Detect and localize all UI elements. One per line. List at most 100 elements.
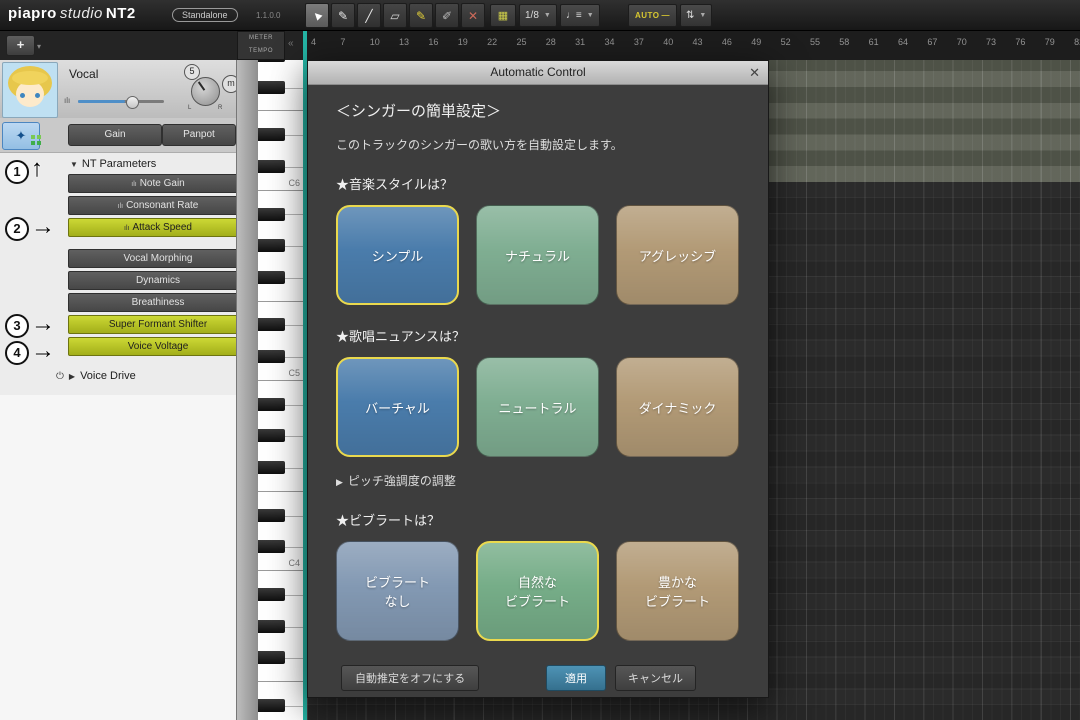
dialog-titlebar[interactable]: Automatic Control ✕ [308,61,768,85]
piano-key-cs4[interactable] [258,539,303,555]
piano-key-e6[interactable] [258,111,303,127]
ruler-measure-number: 7 [340,37,345,47]
auto-mode-dropdown[interactable]: ⇅ ▼ [680,4,712,27]
piano-key-c5[interactable]: C5 [258,365,303,381]
param-attack-speed[interactable]: ılıAttack Speed [68,218,248,237]
cancel-button[interactable]: キャンセル [615,665,696,691]
piano-key-c4[interactable]: C4 [258,555,303,571]
piano-key-f5[interactable] [258,286,303,302]
delete-tool[interactable]: ✕ [461,3,485,28]
auto-off-button[interactable]: 自動推定をオフにする [341,665,479,691]
meter-tempo-box[interactable]: METER TEMPO [237,31,285,60]
piano-key-g3[interactable] [258,634,303,650]
piano-key-ds5[interactable] [258,317,303,333]
piano-key-e5[interactable] [258,302,303,318]
add-track-button[interactable]: + [6,35,35,56]
piano-key-as3[interactable] [258,587,303,603]
pencil-tool[interactable]: ✎ [331,3,355,28]
bars-icon: ılı [131,181,136,188]
piano-key-f6[interactable] [258,96,303,112]
piano-key-b3[interactable] [258,571,303,587]
option-button-2-0[interactable]: ビブラート なし [336,541,459,641]
glue-tool[interactable]: ✎ [409,3,433,28]
eraser-tool[interactable]: ▱ [383,3,407,28]
param-breathiness[interactable]: Breathiness [68,293,248,312]
note-length-dropdown[interactable]: ♩≡ ▼ [560,4,600,27]
option-button-0-1[interactable]: ナチュラル [476,205,599,305]
option-button-2-2[interactable]: 豊かな ビブラート [616,541,739,641]
close-icon[interactable]: ✕ [749,61,760,84]
piano-key-e4[interactable] [258,492,303,508]
option-button-2-1[interactable]: 自然な ビブラート [476,541,599,641]
piano-key-ds6[interactable] [258,127,303,143]
piano-key-fs6[interactable] [258,80,303,96]
grid-value-dropdown[interactable]: 1/8 ▼ [519,4,557,27]
option-button-0-0[interactable]: シンプル [336,205,459,305]
piano-key-d6[interactable] [258,143,303,159]
panel-scrollbar[interactable] [236,60,259,720]
voice-drive-row[interactable]: ⏻ ▶ Voice Drive [56,370,136,382]
piano-key-a5[interactable] [258,222,303,238]
piano-keyboard[interactable]: C6 C5 C4 [258,60,304,720]
piano-key-g4[interactable] [258,444,303,460]
pitch-disclosure[interactable]: ▶ピッチ強調度の調整 [336,472,740,489]
piano-key-f4[interactable] [258,476,303,492]
option-button-0-2[interactable]: アグレッシブ [616,205,739,305]
piano-key-d4[interactable] [258,524,303,540]
piano-key-f3[interactable] [258,666,303,682]
param-vocal-morphing[interactable]: Vocal Morphing [68,249,248,268]
piano-key-fs4[interactable] [258,460,303,476]
piano-key-d3[interactable] [258,714,303,720]
piano-key-d5[interactable] [258,333,303,349]
piano-key-as4[interactable] [258,397,303,413]
stamp-tool[interactable]: ✐ [435,3,459,28]
ruler-measure-number: 76 [1015,37,1025,47]
piano-key-b4[interactable] [258,381,303,397]
piano-key-as5[interactable] [258,207,303,223]
piano-key-cs5[interactable] [258,349,303,365]
option-button-1-1[interactable]: ニュートラル [476,357,599,457]
apply-button[interactable]: 適用 [546,665,606,691]
logo-studio: studio [60,5,103,22]
automatic-control-button[interactable]: ✦ [2,122,40,150]
param-dynamics[interactable]: Dynamics [68,271,248,290]
param-voice-voltage[interactable]: Voice Voltage [68,337,248,356]
volume-slider-thumb[interactable] [126,96,139,109]
piano-key-a4[interactable] [258,413,303,429]
param-consonant-rate[interactable]: ılıConsonant Rate [68,196,248,215]
measure-ruler[interactable]: 4710131619222528313437404346495255586164… [307,30,1080,60]
ruler-measure-number: 67 [927,37,937,47]
gain-button[interactable]: Gain [68,124,162,146]
pan-knob[interactable] [191,77,220,106]
ruler-measure-number: 16 [428,37,438,47]
piano-key-gs3[interactable] [258,619,303,635]
auto-button[interactable]: AUTO — [628,4,677,27]
line-tool[interactable]: ╱ [357,3,381,28]
piano-key-c6[interactable]: C6 [258,175,303,191]
piano-key-fs3[interactable] [258,650,303,666]
grid-snap-icon[interactable]: ▦ [490,4,516,27]
piano-key-ds4[interactable] [258,508,303,524]
piano-key-gs5[interactable] [258,238,303,254]
volume-slider[interactable] [78,100,164,103]
cursor-tool[interactable]: ► [305,3,329,28]
piano-key-e3[interactable] [258,682,303,698]
collapse-icon[interactable]: « [288,38,294,49]
piano-key-ds3[interactable] [258,698,303,714]
param-note-gain[interactable]: ılıNote Gain [68,174,248,193]
option-button-1-0[interactable]: バーチャル [336,357,459,457]
piano-key-g6[interactable] [258,64,303,80]
piano-key-b5[interactable] [258,191,303,207]
nt-parameters-header[interactable]: ▼NT Parameters [70,158,156,170]
piano-key-cs6[interactable] [258,159,303,175]
add-track-caret-icon[interactable]: ▾ [37,42,41,51]
option-button-1-2[interactable]: ダイナミック [616,357,739,457]
panpot-button[interactable]: Panpot [162,124,236,146]
piano-key-gs4[interactable] [258,428,303,444]
piano-key-g5[interactable] [258,254,303,270]
piano-key-a3[interactable] [258,603,303,619]
param-super-formant-shifter[interactable]: Super Formant Shifter [68,315,248,334]
delete-tool-icon: ✕ [468,9,478,23]
singer-avatar[interactable] [2,62,58,118]
piano-key-fs5[interactable] [258,270,303,286]
